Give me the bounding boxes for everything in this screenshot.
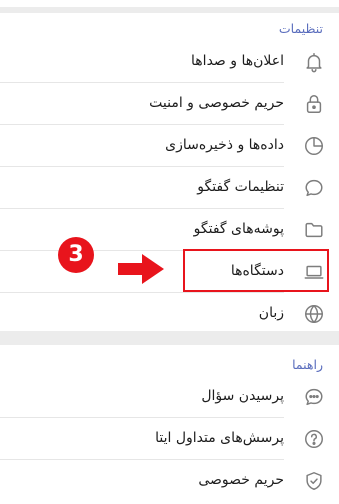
help-item-privacy-policy[interactable]: حریم خصوصی: [0, 460, 339, 501]
settings-item-label: زبان: [258, 305, 284, 321]
help-section-title: راهنما: [292, 357, 323, 372]
devices-highlight-box: [183, 249, 329, 292]
shield-check-icon: [303, 470, 325, 492]
previous-section: [0, 0, 339, 7]
settings-item-language[interactable]: زبان: [0, 293, 339, 334]
pointer-arrow-icon: [118, 254, 164, 284]
settings-item-notifications[interactable]: اعلان‌ها و صداها: [0, 41, 339, 82]
pie-chart-icon: [303, 135, 325, 157]
settings-item-label: حریم خصوصی و امنیت: [149, 95, 284, 111]
help-item-ask-question[interactable]: پرسیدن سؤال: [0, 376, 339, 417]
folder-icon: [303, 219, 325, 241]
lock-icon: [303, 93, 325, 115]
help-item-label: پرسیدن سؤال: [201, 388, 284, 404]
chat-bubble-icon: [303, 177, 325, 199]
question-circle-icon: [303, 428, 325, 450]
help-item-faq[interactable]: پرسش‌های متداول ایتا: [0, 418, 339, 459]
settings-item-label: اعلان‌ها و صداها: [191, 53, 284, 69]
settings-item-data-storage[interactable]: داده‌ها و ذخیره‌سازی: [0, 125, 339, 166]
help-item-label: پرسش‌های متداول ایتا: [155, 430, 284, 446]
chat-dots-icon: [303, 386, 325, 408]
globe-icon: [303, 303, 325, 325]
settings-item-chat-folders[interactable]: پوشه‌های گفتگو: [0, 209, 339, 250]
settings-item-chat-settings[interactable]: تنظیمات گفتگو: [0, 167, 339, 208]
settings-item-label: داده‌ها و ذخیره‌سازی: [165, 137, 284, 153]
help-item-label: حریم خصوصی: [198, 472, 284, 488]
settings-item-label: تنظیمات گفتگو: [197, 179, 284, 195]
settings-item-label: پوشه‌های گفتگو: [193, 221, 284, 237]
bell-icon: [303, 51, 325, 73]
settings-item-privacy-security[interactable]: حریم خصوصی و امنیت: [0, 83, 339, 124]
step-number-badge: 3: [58, 237, 94, 273]
help-section: راهنما پرسیدن سؤال پرسش‌های متداول ایتا: [0, 345, 339, 504]
settings-section-title: تنظیمات: [278, 21, 323, 36]
